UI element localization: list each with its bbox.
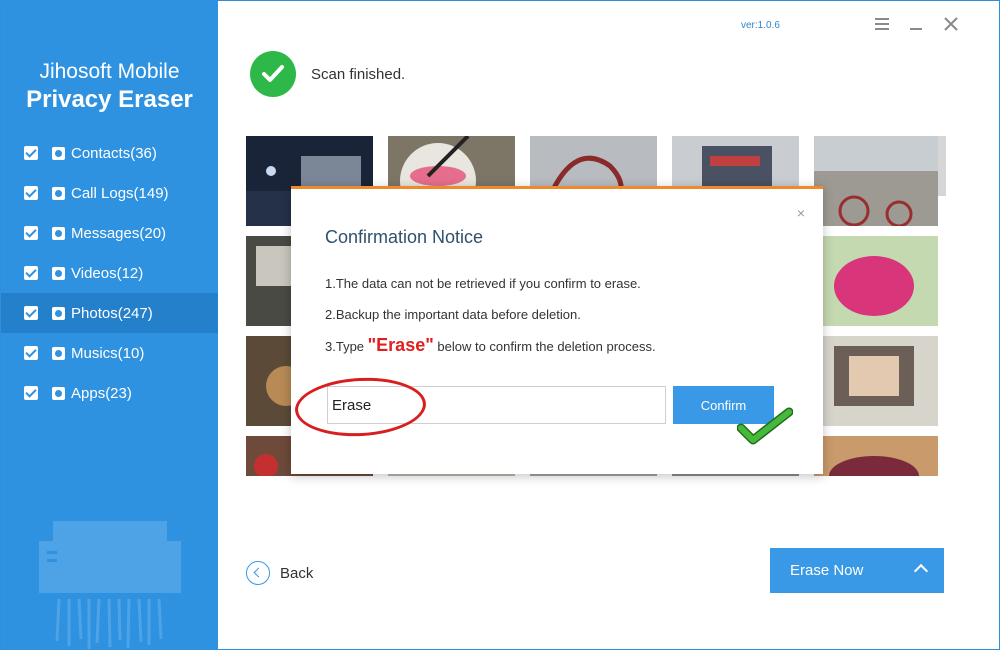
apps-checkbox[interactable] — [24, 386, 38, 400]
photo-thumbnail[interactable] — [814, 436, 938, 476]
sidebar-item-videos[interactable]: Videos(12) — [1, 253, 218, 293]
sidebar-item-label: Messages(20) — [71, 224, 167, 242]
sidebar-item-label: Apps(23) — [71, 384, 132, 402]
brand-line2: Privacy Eraser — [26, 86, 193, 113]
contacts-icon — [52, 146, 65, 160]
sidebar-item-messages[interactable]: Messages(20) — [1, 213, 218, 253]
contacts-checkbox[interactable] — [24, 146, 38, 160]
phone-icon — [52, 186, 65, 200]
photo-icon — [52, 306, 65, 320]
confirm-button[interactable]: Confirm — [673, 386, 774, 424]
notice-line-1: 1.The data can not be retrieved if you c… — [325, 276, 641, 291]
notice-line-3-prefix: 3.Type — [325, 339, 368, 354]
back-arrow-icon — [246, 561, 270, 585]
notice-line-3-suffix: below to confirm the deletion process. — [433, 339, 656, 354]
sidebar-item-label: Contacts(36) — [71, 144, 157, 162]
category-list: Contacts(36) Call Logs(149) Messages(20)… — [1, 133, 218, 413]
photo-thumbnail[interactable] — [814, 236, 938, 326]
photos-checkbox[interactable] — [24, 306, 38, 320]
menu-icon[interactable] — [872, 13, 892, 37]
success-check-icon — [250, 51, 296, 97]
sidebar-item-musics[interactable]: Musics(10) — [1, 333, 218, 373]
erase-now-button[interactable]: Erase Now — [770, 548, 944, 593]
confirmation-dialog: × Confirmation Notice 1.The data can not… — [291, 186, 823, 474]
scan-status-text: Scan finished. — [311, 66, 406, 83]
sidebar-item-label: Call Logs(149) — [71, 184, 169, 202]
chevron-up-icon — [913, 563, 929, 579]
sidebar-item-label: Musics(10) — [71, 344, 145, 362]
sidebar-item-photos[interactable]: Photos(247) — [1, 293, 218, 333]
music-icon — [52, 346, 65, 360]
dialog-close-icon[interactable]: × — [797, 205, 805, 221]
brand: Jihosoft Mobile Privacy Eraser — [1, 59, 218, 115]
sidebar-item-label: Photos(247) — [71, 304, 153, 322]
back-button[interactable]: Back — [246, 561, 313, 585]
video-icon — [52, 266, 65, 280]
sidebar-item-contacts[interactable]: Contacts(36) — [1, 133, 218, 173]
photo-thumbnail[interactable] — [814, 336, 938, 426]
version-label: ver:1.0.6 — [741, 20, 780, 31]
minimize-icon[interactable] — [906, 13, 926, 37]
dialog-title: Confirmation Notice — [325, 227, 484, 247]
shredder-icon — [39, 521, 181, 649]
close-icon[interactable] — [941, 13, 961, 37]
sidebar-item-call-logs[interactable]: Call Logs(149) — [1, 173, 218, 213]
apps-icon — [52, 386, 65, 400]
photo-thumbnail[interactable] — [814, 136, 938, 226]
sidebar-item-apps[interactable]: Apps(23) — [1, 373, 218, 413]
erase-confirm-input[interactable] — [327, 386, 666, 424]
grid-scrollbar[interactable] — [938, 136, 946, 196]
erase-keyword: "Erase" — [367, 335, 434, 355]
videos-checkbox[interactable] — [24, 266, 38, 280]
back-label: Back — [280, 564, 314, 582]
sidebar: Jihosoft Mobile Privacy Eraser Contacts(… — [1, 1, 218, 650]
notice-line-3: 3.Type "Erase" below to confirm the dele… — [325, 335, 656, 356]
notice-line-2: 2.Backup the important data before delet… — [325, 307, 581, 322]
call-logs-checkbox[interactable] — [24, 186, 38, 200]
message-icon — [52, 226, 65, 240]
sidebar-item-label: Videos(12) — [71, 264, 144, 282]
musics-checkbox[interactable] — [24, 346, 38, 360]
brand-line1: Jihosoft Mobile — [39, 60, 180, 83]
app-window: Jihosoft Mobile Privacy Eraser Contacts(… — [0, 0, 1000, 650]
messages-checkbox[interactable] — [24, 226, 38, 240]
erase-now-label: Erase Now — [790, 562, 864, 579]
